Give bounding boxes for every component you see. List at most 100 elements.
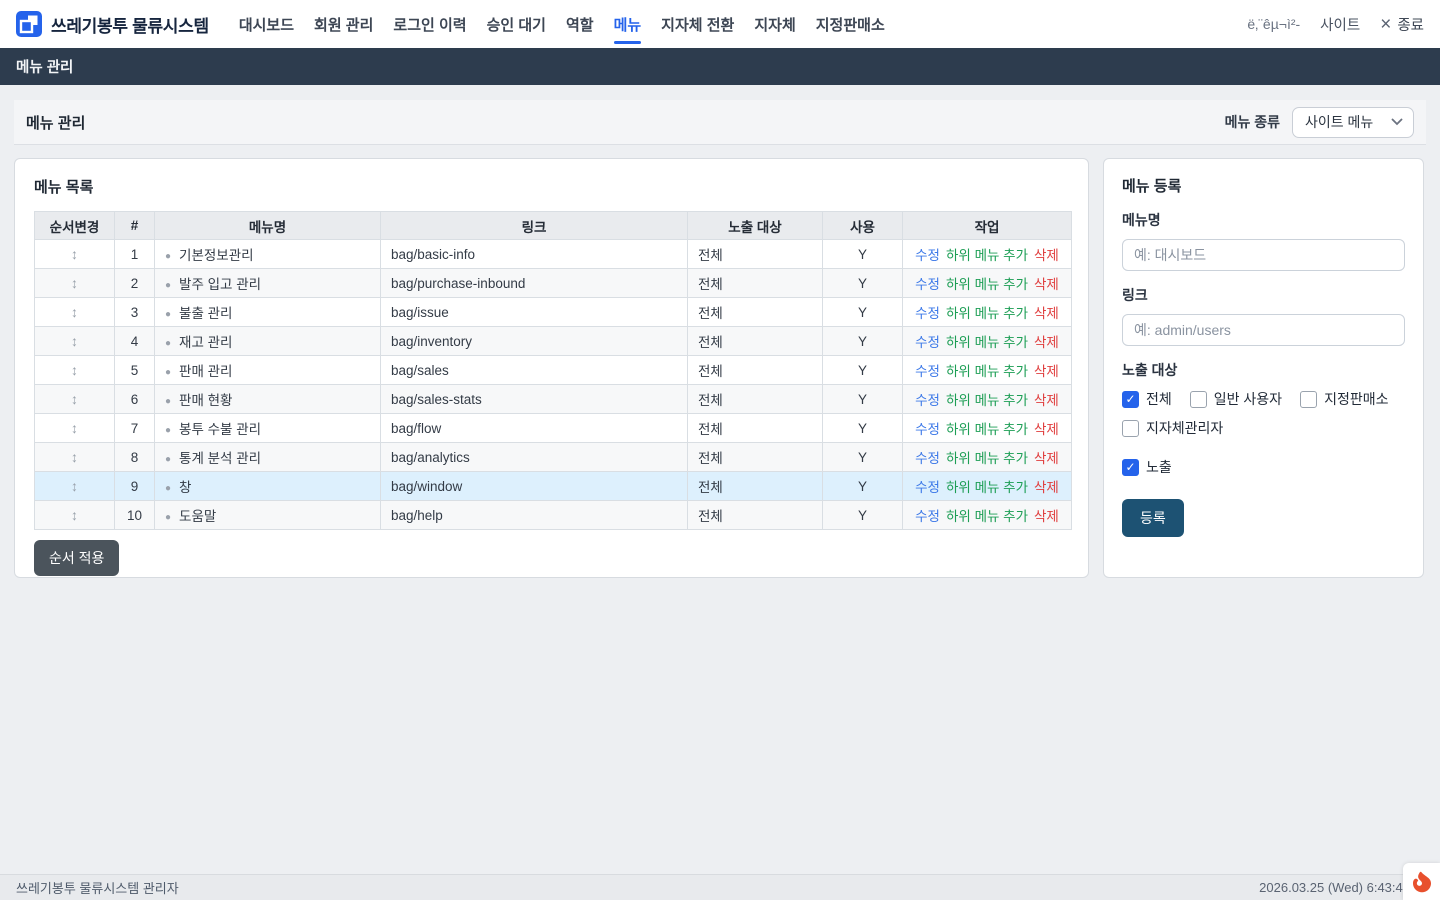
visible-checkbox[interactable]: ✓ 노출: [1122, 457, 1405, 477]
nav-item-3[interactable]: 승인 대기: [477, 0, 556, 48]
menu-use: Y: [823, 443, 903, 472]
actions-cell: 수정 하위 메뉴 추가 삭제: [903, 414, 1072, 443]
drag-cell: ↕: [35, 269, 115, 298]
nav-item-6[interactable]: 지자체 전환: [651, 0, 744, 48]
menu-link: bag/help: [381, 501, 688, 530]
checkbox-label: 전체: [1146, 389, 1172, 409]
menu-link: bag/flow: [381, 414, 688, 443]
checkbox-unchecked-icon[interactable]: [1190, 391, 1207, 408]
edit-link[interactable]: 수정: [915, 248, 940, 263]
delete-link[interactable]: 삭제: [1034, 451, 1059, 466]
add-child-menu-link[interactable]: 하위 메뉴 추가: [946, 306, 1028, 321]
edit-link[interactable]: 수정: [915, 364, 940, 379]
checkbox-checked-icon[interactable]: ✓: [1122, 459, 1139, 476]
delete-link[interactable]: 삭제: [1034, 335, 1059, 350]
menu-name-label: 메뉴명: [1122, 210, 1405, 230]
drag-handle-icon[interactable]: ↕: [71, 391, 78, 407]
target-checkbox-3[interactable]: 지자체관리자: [1122, 418, 1223, 438]
menu-table-body: ↕1●기본정보관리bag/basic-info전체Y수정하위 메뉴 추가삭제↕2…: [35, 240, 1072, 530]
nav-item-0[interactable]: 대시보드: [229, 0, 304, 48]
delete-link[interactable]: 삭제: [1034, 422, 1059, 437]
add-child-menu-link[interactable]: 하위 메뉴 추가: [946, 248, 1028, 263]
add-child-menu-link[interactable]: 하위 메뉴 추가: [946, 364, 1028, 379]
site-link[interactable]: 사이트: [1320, 14, 1360, 35]
drag-handle-icon[interactable]: ↕: [71, 304, 78, 320]
actions-cell: 수정 하위 메뉴 추가 삭제: [903, 501, 1072, 530]
checkbox-checked-icon[interactable]: ✓: [1122, 391, 1139, 408]
brand[interactable]: 쓰레기봉투 물류시스템: [16, 11, 209, 37]
edit-link[interactable]: 수정: [915, 277, 940, 292]
delete-link[interactable]: 삭제: [1034, 509, 1059, 524]
checkbox-label: 일반 사용자: [1214, 389, 1282, 409]
nav-item-8[interactable]: 지정판매소: [806, 0, 895, 48]
edit-link[interactable]: 수정: [915, 422, 940, 437]
checkbox-unchecked-icon[interactable]: [1122, 420, 1139, 437]
row-number: 1: [115, 240, 155, 269]
edit-link[interactable]: 수정: [915, 306, 940, 321]
debug-toolbar-toggle[interactable]: [1403, 863, 1440, 900]
nav-item-4[interactable]: 역할: [556, 0, 604, 48]
menu-table-head-row: 순서변경#메뉴명링크노출 대상사용작업: [35, 212, 1072, 240]
edit-link[interactable]: 수정: [915, 509, 940, 524]
edit-link[interactable]: 수정: [915, 480, 940, 495]
footer-left-text: 쓰레기봉투 물류시스템 관리자: [16, 878, 179, 897]
quit-button[interactable]: × 종료: [1380, 14, 1424, 35]
menu-name-input[interactable]: [1122, 239, 1405, 271]
delete-link[interactable]: 삭제: [1034, 480, 1059, 495]
apply-order-button[interactable]: 순서 적용: [34, 540, 119, 576]
nav-item-2[interactable]: 로그인 이력: [383, 0, 476, 48]
submit-button[interactable]: 등록: [1122, 499, 1184, 537]
add-child-menu-link[interactable]: 하위 메뉴 추가: [946, 480, 1028, 495]
add-child-menu-link[interactable]: 하위 메뉴 추가: [946, 277, 1028, 292]
menu-link: bag/basic-info: [381, 240, 688, 269]
target-checkbox-2[interactable]: 지정판매소: [1300, 389, 1388, 409]
menu-link-input[interactable]: [1122, 314, 1405, 346]
add-child-menu-link[interactable]: 하위 메뉴 추가: [946, 422, 1028, 437]
target-checkbox-1[interactable]: 일반 사용자: [1190, 389, 1282, 409]
drag-cell: ↕: [35, 501, 115, 530]
checkbox-unchecked-icon[interactable]: [1300, 391, 1317, 408]
actions-cell: 수정 하위 메뉴 추가 삭제: [903, 472, 1072, 501]
row-number: 3: [115, 298, 155, 327]
column-header-3: 링크: [381, 212, 688, 240]
drag-handle-icon[interactable]: ↕: [71, 478, 78, 494]
add-child-menu-link[interactable]: 하위 메뉴 추가: [946, 451, 1028, 466]
add-child-menu-link[interactable]: 하위 메뉴 추가: [946, 509, 1028, 524]
menu-use: Y: [823, 356, 903, 385]
drag-handle-icon[interactable]: ↕: [71, 420, 78, 436]
nav-item-5[interactable]: 메뉴: [604, 0, 652, 48]
menu-target: 전체: [688, 298, 823, 327]
delete-link[interactable]: 삭제: [1034, 306, 1059, 321]
add-child-menu-link[interactable]: 하위 메뉴 추가: [946, 393, 1028, 408]
delete-link[interactable]: 삭제: [1034, 393, 1059, 408]
delete-link[interactable]: 삭제: [1034, 248, 1059, 263]
target-checkbox-0[interactable]: ✓ 전체: [1122, 389, 1172, 409]
menu-type-select[interactable]: 사이트 메뉴: [1292, 107, 1414, 138]
column-header-1: #: [115, 212, 155, 240]
flame-icon: [1413, 871, 1431, 893]
nav-item-7[interactable]: 지자체: [744, 0, 805, 48]
table-row: ↕10●도움말bag/help전체Y수정하위 메뉴 추가삭제: [35, 501, 1072, 530]
menu-register-title: 메뉴 등록: [1122, 175, 1405, 196]
drag-handle-icon[interactable]: ↕: [71, 362, 78, 378]
drag-handle-icon[interactable]: ↕: [71, 275, 78, 291]
menu-name-cell: ●도움말: [155, 501, 381, 530]
menu-name: 기본정보관리: [179, 248, 254, 263]
edit-link[interactable]: 수정: [915, 393, 940, 408]
row-number: 10: [115, 501, 155, 530]
edit-link[interactable]: 수정: [915, 451, 940, 466]
drag-handle-icon[interactable]: ↕: [71, 507, 78, 523]
target-checkboxes: ✓ 전체 일반 사용자 지정판매소지자체관리자: [1122, 389, 1405, 438]
menu-link: bag/issue: [381, 298, 688, 327]
delete-link[interactable]: 삭제: [1034, 364, 1059, 379]
drag-handle-icon[interactable]: ↕: [71, 246, 78, 262]
delete-link[interactable]: 삭제: [1034, 277, 1059, 292]
edit-link[interactable]: 수정: [915, 335, 940, 350]
menu-use: Y: [823, 385, 903, 414]
add-child-menu-link[interactable]: 하위 메뉴 추가: [946, 335, 1028, 350]
drag-handle-icon[interactable]: ↕: [71, 449, 78, 465]
row-number: 6: [115, 385, 155, 414]
nav-item-1[interactable]: 회원 관리: [304, 0, 383, 48]
menu-target: 전체: [688, 501, 823, 530]
drag-handle-icon[interactable]: ↕: [71, 333, 78, 349]
